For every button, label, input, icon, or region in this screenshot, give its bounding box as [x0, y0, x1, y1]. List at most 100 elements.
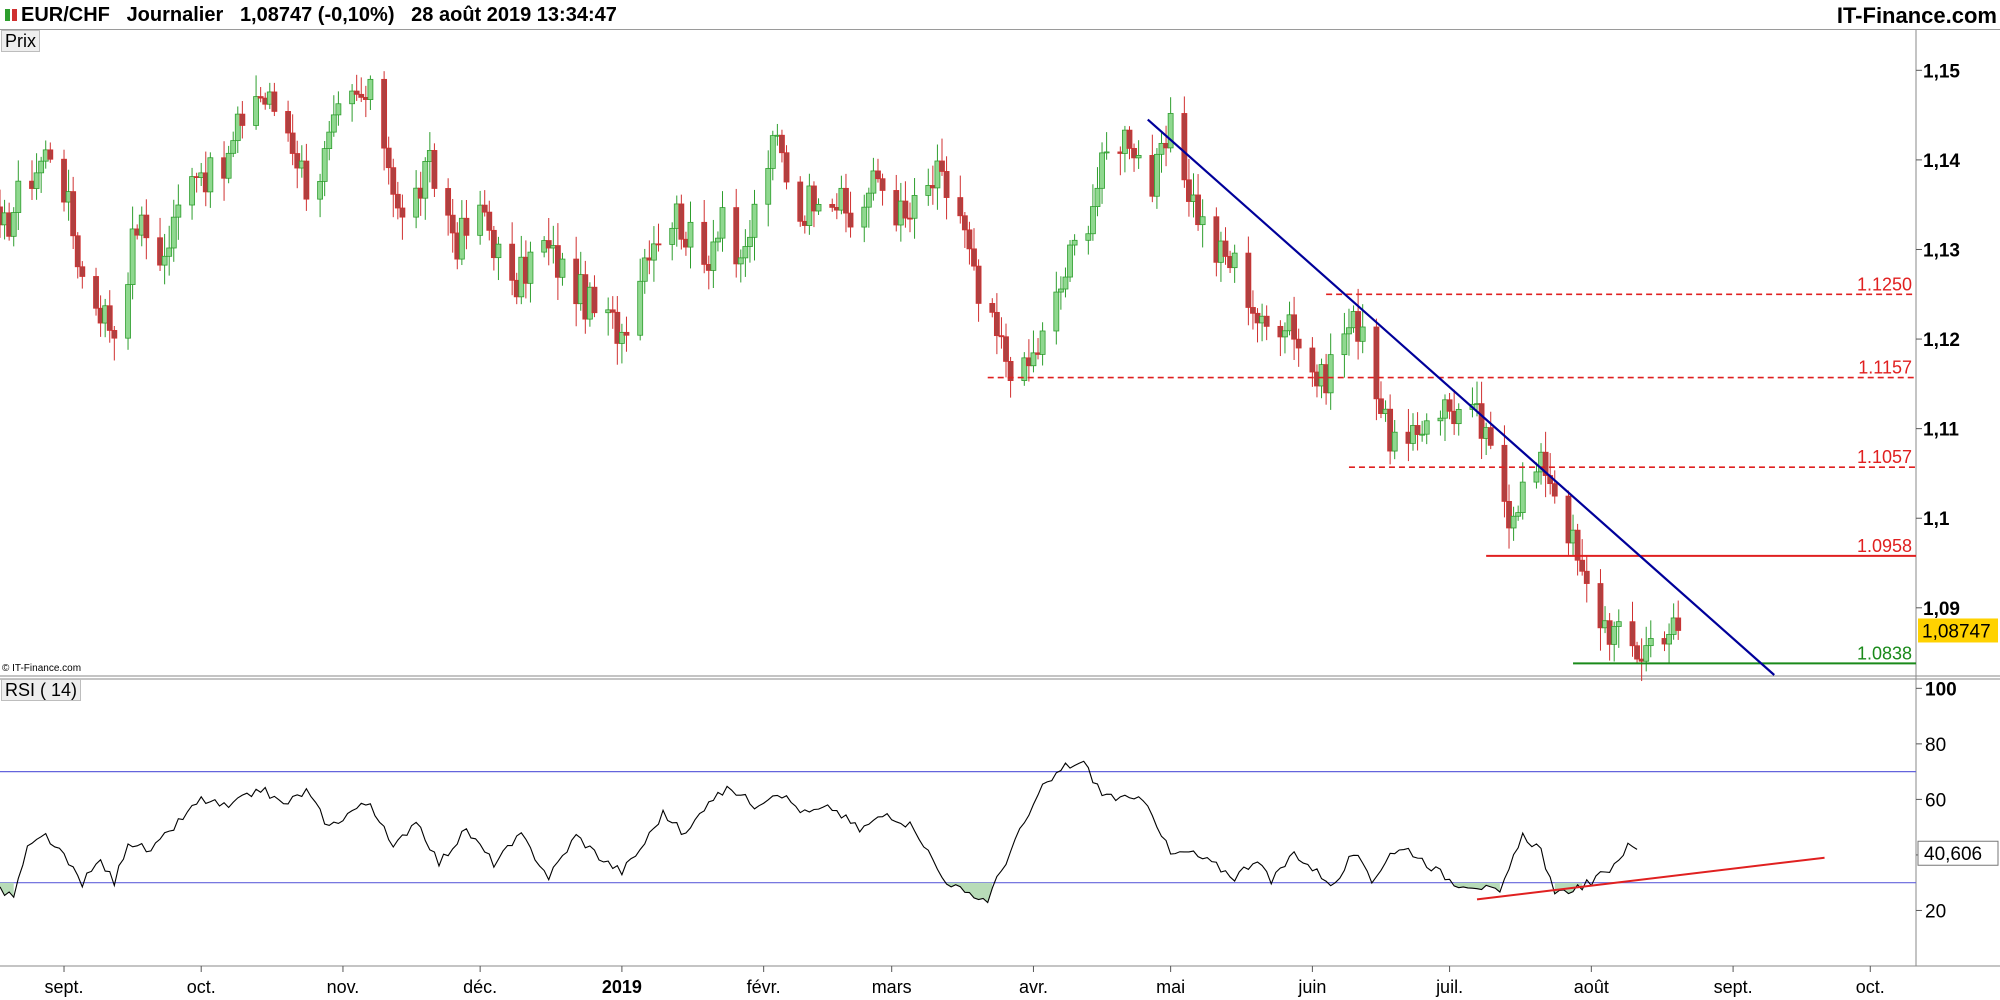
- rsi-trendline: [1476, 856, 1825, 901]
- candle: [1487, 411, 1494, 450]
- candle-body: [815, 203, 822, 212]
- candle-body: [1634, 645, 1640, 660]
- candle-body: [335, 103, 342, 116]
- candle-body: [559, 258, 566, 278]
- candle-body: [285, 111, 291, 134]
- level-label: 1.1250: [1857, 274, 1912, 294]
- candle-body: [486, 211, 493, 231]
- candle-body: [733, 207, 740, 265]
- rsi-tick-label: 20: [1925, 901, 1946, 922]
- candle-body: [669, 227, 676, 245]
- candle: [1355, 288, 1362, 360]
- candle: [1455, 403, 1462, 436]
- candle: [1167, 97, 1174, 153]
- time-tick-label: août: [1574, 977, 1609, 997]
- candle: [710, 219, 717, 288]
- candle-body: [161, 255, 168, 266]
- candle-body: [975, 265, 982, 304]
- price-tick-label: 1,12: [1923, 330, 1960, 351]
- candle-body: [1135, 155, 1142, 159]
- price-tick-label: 1,09: [1923, 599, 1960, 620]
- candlestick-series: [0, 71, 1682, 682]
- candle-body: [747, 236, 753, 247]
- candle-body: [737, 257, 744, 265]
- candle-body: [33, 172, 40, 189]
- time-tick-label: mai: [1156, 977, 1185, 997]
- candle-body: [701, 221, 708, 265]
- candle-body: [1583, 570, 1590, 584]
- candle: [993, 293, 1000, 355]
- candle-body: [445, 188, 452, 216]
- candle-body: [1089, 206, 1096, 235]
- candle-body: [1245, 252, 1252, 308]
- candle: [545, 217, 552, 266]
- candle-body: [1446, 399, 1453, 412]
- candle-body: [125, 284, 131, 339]
- candle-body: [865, 192, 872, 208]
- candle-body: [1455, 408, 1462, 425]
- candle-body: [1154, 153, 1160, 197]
- down-trendline: [1147, 118, 1775, 676]
- candle-body: [1579, 559, 1586, 572]
- candle-body: [989, 303, 996, 313]
- candle-body: [271, 91, 278, 112]
- candle-body: [166, 247, 173, 257]
- candle-body: [326, 131, 333, 150]
- candle: [1291, 296, 1298, 361]
- candle-body: [527, 251, 534, 284]
- candle-body: [481, 204, 488, 213]
- candle-body: [655, 243, 662, 246]
- candle: [975, 259, 982, 322]
- candle-body: [70, 191, 77, 237]
- candle-body: [875, 170, 881, 180]
- rsi-panel-label: RSI ( 14): [1, 679, 82, 701]
- candle-body: [1501, 444, 1508, 502]
- candle-body: [1519, 481, 1526, 514]
- rsi-tick-label: 80: [1925, 735, 1946, 756]
- candle-body: [637, 280, 644, 336]
- candle-body: [829, 203, 836, 208]
- candle-body: [1551, 483, 1558, 497]
- candle-body: [765, 168, 772, 205]
- candle-body: [1085, 233, 1092, 241]
- candle-body: [719, 207, 726, 239]
- candle: [1643, 626, 1650, 672]
- candle: [591, 275, 598, 318]
- candle-body: [431, 150, 438, 189]
- candle-body: [1057, 288, 1064, 293]
- candle: [349, 84, 356, 122]
- candle-body: [1263, 315, 1270, 327]
- candle-body: [449, 214, 456, 234]
- candle-body: [939, 160, 945, 172]
- candle-body: [1666, 634, 1672, 645]
- candle-body: [1222, 240, 1229, 257]
- candle-body: [1199, 216, 1206, 226]
- candle-body: [779, 134, 785, 154]
- candle-body: [1373, 326, 1380, 400]
- candle-body: [1291, 314, 1298, 340]
- candle-body: [1611, 626, 1618, 645]
- candle-body: [1346, 327, 1352, 335]
- candle: [1414, 412, 1421, 451]
- candle-body: [971, 248, 977, 267]
- candle-body: [170, 216, 177, 249]
- candle-body: [93, 276, 99, 309]
- candle-body: [10, 212, 17, 237]
- candle-body: [1067, 244, 1073, 278]
- price-tick-label: 1,11: [1923, 420, 1959, 441]
- candle: [623, 316, 630, 352]
- candle-body: [1103, 151, 1110, 154]
- time-tick-label: juin: [1297, 977, 1326, 997]
- candle-body: [189, 176, 195, 206]
- candle-body: [394, 193, 401, 209]
- candle-body: [207, 157, 214, 193]
- candle-body: [1039, 330, 1046, 355]
- candle-body: [1643, 645, 1650, 662]
- candle-body: [1099, 152, 1105, 189]
- price-tick-label: 1,14: [1923, 151, 1960, 172]
- level-label: 1.1057: [1857, 447, 1912, 467]
- candle-body: [1359, 326, 1366, 342]
- rsi-tick-label: 60: [1925, 790, 1946, 811]
- candle-body: [143, 214, 150, 239]
- time-tick-label: févr.: [747, 977, 781, 997]
